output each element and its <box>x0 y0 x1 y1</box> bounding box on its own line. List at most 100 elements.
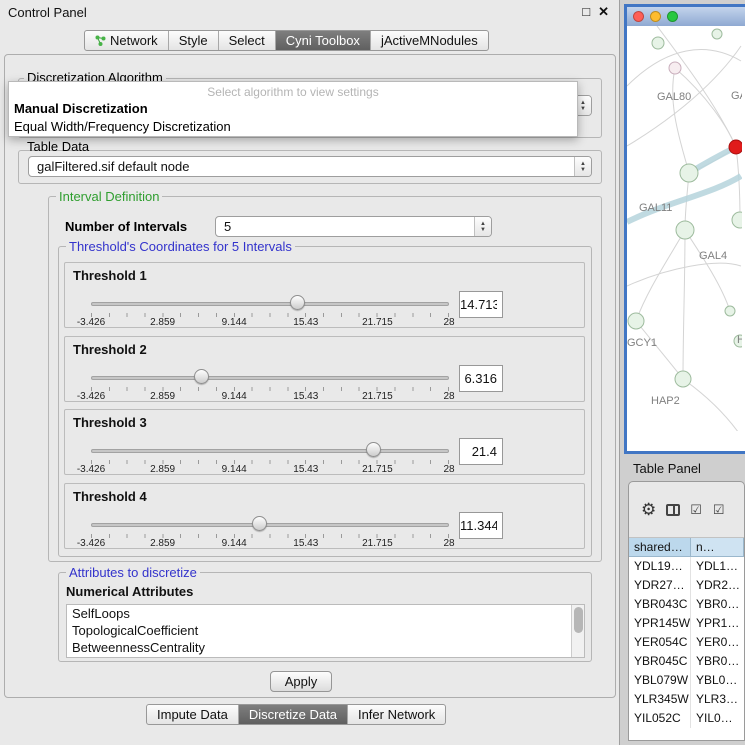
threshold-1-value-field[interactable] <box>459 291 503 318</box>
threshold-4-panel: Threshold 4 -3.426 2.859 9.144 15.43 21.… <box>64 483 585 549</box>
threshold-4-value-field[interactable] <box>459 512 503 539</box>
threshold-1-thumb[interactable] <box>290 295 305 310</box>
scale-tick-label: -3.426 <box>77 391 105 402</box>
cell-shared-name[interactable]: YIL052C <box>629 709 691 728</box>
tab-impute-data[interactable]: Impute Data <box>147 705 238 724</box>
cell-shared-name[interactable]: YBR043C <box>629 595 691 614</box>
dropdown-option-equal-width[interactable]: Equal Width/Frequency Discretization <box>9 117 577 135</box>
gear-icon[interactable]: ⚙ <box>641 500 656 520</box>
threshold-4-slider[interactable] <box>91 516 449 534</box>
column-header-shared-name[interactable]: shared… <box>629 538 691 557</box>
table-row[interactable]: YIL052C YIL0… <box>629 709 744 728</box>
cell-name[interactable]: YDR2… <box>691 576 744 595</box>
tab-network[interactable]: Network <box>85 31 168 50</box>
threshold-2-thumb[interactable] <box>194 369 209 384</box>
table-row[interactable]: YDL19… YDL1… <box>629 557 744 576</box>
network-node[interactable] <box>712 29 722 39</box>
table-row[interactable]: YBL079W YBL0… <box>629 671 744 690</box>
network-node[interactable] <box>652 37 664 49</box>
list-item[interactable]: BetweennessCentrality <box>67 639 584 656</box>
cell-shared-name[interactable]: YER054C <box>629 633 691 652</box>
scale-tick-label: 28 <box>443 391 454 402</box>
table-data-label: Table Data <box>24 139 92 154</box>
cell-name[interactable]: YDL1… <box>691 557 744 576</box>
tab-infer-network[interactable]: Infer Network <box>347 705 445 724</box>
threshold-2-slider[interactable] <box>91 369 449 387</box>
cell-name[interactable]: YER0… <box>691 633 744 652</box>
column-header-name[interactable]: n… <box>691 538 744 557</box>
slider-scale: -3.426 2.859 9.144 15.43 21.715 28 <box>91 464 449 476</box>
close-icon[interactable]: ✕ <box>598 4 609 20</box>
threshold-4-thumb[interactable] <box>252 516 267 531</box>
float-window-icon[interactable]: □ <box>582 4 590 20</box>
network-canvas[interactable]: GAL80 GAL11 GAL4 GCY1 HAP2 GA H <box>627 26 745 431</box>
slider-track <box>91 302 449 306</box>
cell-name[interactable]: YBR0… <box>691 595 744 614</box>
cell-shared-name[interactable]: YBR045C <box>629 652 691 671</box>
network-node[interactable] <box>732 212 742 228</box>
tab-cyni-toolbox[interactable]: Cyni Toolbox <box>275 31 370 50</box>
tab-style[interactable]: Style <box>168 31 218 50</box>
stepper-icon: ▲ ▼ <box>574 157 591 176</box>
list-item[interactable]: TopologicalCoefficient <box>67 622 584 639</box>
cell-shared-name[interactable]: YDR27… <box>629 576 691 595</box>
threshold-3-thumb[interactable] <box>366 442 381 457</box>
table-row[interactable]: YER054C YER0… <box>629 633 744 652</box>
table-row[interactable]: YBR045C YBR0… <box>629 652 744 671</box>
list-scrollbar[interactable] <box>571 605 584 657</box>
scale-tick-label: -3.426 <box>77 464 105 475</box>
selected-network-node[interactable] <box>729 140 742 154</box>
threshold-1-slider[interactable] <box>91 295 449 313</box>
close-traffic-icon[interactable] <box>633 11 644 22</box>
threshold-3-slider[interactable] <box>91 442 449 460</box>
cell-name[interactable]: YBL0… <box>691 671 744 690</box>
network-node[interactable] <box>669 62 681 74</box>
scale-tick-label: 2.859 <box>150 464 175 475</box>
select-column-checkbox-icon[interactable]: ☑ <box>713 502 726 518</box>
network-node[interactable] <box>628 313 644 329</box>
dropdown-option-manual[interactable]: Manual Discretization <box>9 99 577 117</box>
network-node[interactable] <box>725 306 735 316</box>
tab-discretize-data[interactable]: Discretize Data <box>238 705 347 724</box>
cell-shared-name[interactable]: YBL079W <box>629 671 691 690</box>
table-row[interactable]: YLR345W YLR3… <box>629 690 744 709</box>
table-body: YDL19… YDL1… YDR27… YDR2… YBR043C YBR0… … <box>629 557 744 741</box>
tab-impute-label: Impute Data <box>157 707 228 722</box>
threshold-3-value-field[interactable] <box>459 438 503 465</box>
screen: Control Panel □ ✕ Network Style Select C… <box>0 0 745 745</box>
network-window-titlebar[interactable] <box>627 7 745 26</box>
network-view-window[interactable]: GAL80 GAL11 GAL4 GCY1 HAP2 GA H <box>624 4 745 454</box>
cell-name[interactable]: YIL0… <box>691 709 744 728</box>
list-item[interactable]: SelfLoops <box>67 605 584 622</box>
zoom-traffic-icon[interactable] <box>667 11 678 22</box>
table-panel-title: Table Panel <box>633 461 701 476</box>
cell-name[interactable]: YLR3… <box>691 690 744 709</box>
threshold-1-panel: Threshold 1 -3.426 2.859 9.144 15.43 21.… <box>64 262 585 328</box>
cell-shared-name[interactable]: YDL19… <box>629 557 691 576</box>
threshold-2-value-field[interactable] <box>459 365 503 392</box>
table-row[interactable]: YPR145W YPR1… <box>629 614 744 633</box>
cell-shared-name[interactable]: YLR345W <box>629 690 691 709</box>
number-of-intervals-combo[interactable]: 5 ▲ ▼ <box>215 216 492 237</box>
select-all-checkbox-icon[interactable]: ☑ <box>690 502 703 518</box>
tab-select[interactable]: Select <box>218 31 275 50</box>
table-toolbar: ⚙ ☑ ☑ <box>629 482 744 538</box>
table-row[interactable]: YDR27… YDR2… <box>629 576 744 595</box>
table-row[interactable]: YBR043C YBR0… <box>629 595 744 614</box>
columns-icon[interactable] <box>666 504 680 516</box>
cell-shared-name[interactable]: YPR145W <box>629 614 691 633</box>
scrollbar-thumb[interactable] <box>574 607 583 633</box>
minimize-traffic-icon[interactable] <box>650 11 661 22</box>
threshold-2-panel: Threshold 2 -3.426 2.859 9.144 15.43 21.… <box>64 336 585 402</box>
tab-jactivemodules[interactable]: jActiveMNodules <box>370 31 488 50</box>
network-node[interactable] <box>675 371 691 387</box>
network-node[interactable] <box>680 164 698 182</box>
slider-scale: -3.426 2.859 9.144 15.43 21.715 28 <box>91 391 449 403</box>
cell-name[interactable]: YBR0… <box>691 652 744 671</box>
network-node[interactable] <box>676 221 694 239</box>
slider-scale: -3.426 2.859 9.144 15.43 21.715 28 <box>91 317 449 329</box>
attributes-list: SelfLoops TopologicalCoefficient Between… <box>66 604 585 658</box>
apply-button[interactable]: Apply <box>270 671 332 692</box>
table-data-combo[interactable]: galFiltered.sif default node ▲ ▼ <box>28 156 592 177</box>
cell-name[interactable]: YPR1… <box>691 614 744 633</box>
